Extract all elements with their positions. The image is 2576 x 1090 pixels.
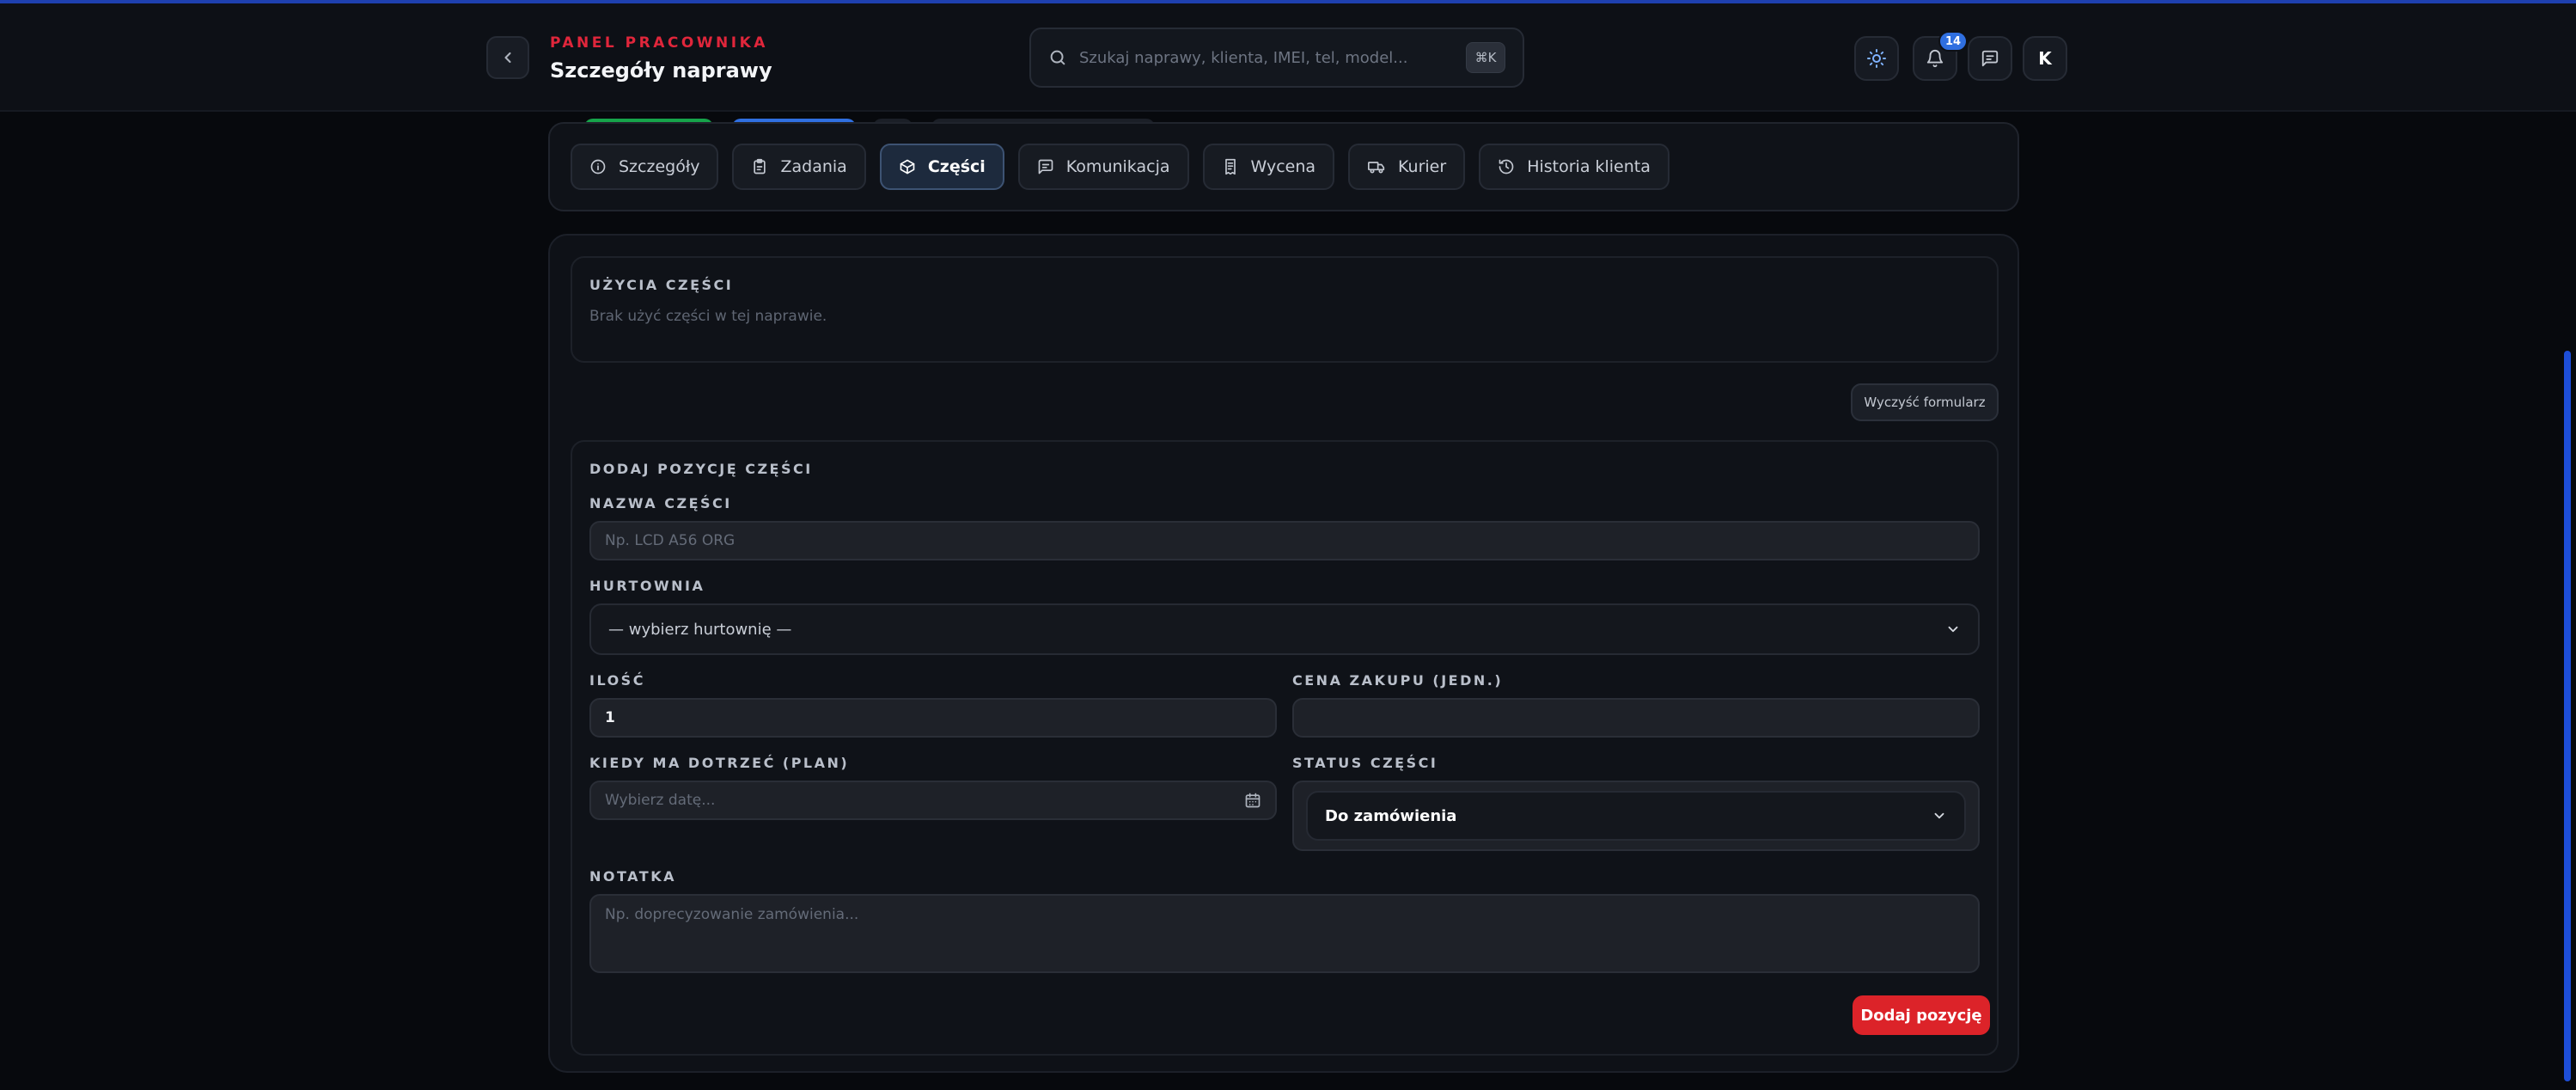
part-status-field: Do zamówienia [1292,781,1980,851]
tab-label: Wycena [1250,157,1316,176]
section-title: UŻYCIA CZĘŚCI [589,277,734,293]
tab-client-history[interactable]: Historia klienta [1479,144,1670,190]
receipt-icon [1224,158,1236,175]
panel-eyebrow: PANEL PRACOWNIKA [550,34,768,52]
wholesaler-select[interactable]: — wybierz hurtownię — [589,603,1980,655]
tab-label: Zadania [780,157,847,176]
tab-label: Komunikacja [1065,157,1170,176]
tab-label: Kurier [1398,157,1447,176]
quantity-input[interactable]: 1 [589,698,1277,738]
wholesaler-selected-value: — wybierz hurtownię — [608,620,792,639]
page-scrollbar[interactable] [2564,351,2571,1081]
note-textarea[interactable]: Np. doprecyzowanie zamówienia... [589,894,1980,973]
quantity-value: 1 [605,709,615,726]
eta-placeholder: Wybierz datę... [605,792,716,809]
tab-label: Części [927,157,986,176]
part-name-label: NAZWA CZĘŚCI [589,495,732,511]
add-part-form: DODAJ POZYCJĘ CZĘŚCI NAZWA CZĘŚCI Np. LC… [571,440,1999,1056]
tab-label: Szczegóły [619,157,700,176]
calendar-icon[interactable] [1244,792,1261,809]
search-input[interactable]: Szukaj naprawy, klienta, IMEI, tel, mode… [1079,49,1466,67]
notifications-button[interactable]: 14 [1913,31,1969,81]
user-avatar-button[interactable]: K [2023,36,2067,81]
purchase-price-label: CENA ZAKUPU (JEDN.) [1292,672,1504,689]
part-name-placeholder: Np. LCD A56 ORG [605,532,736,549]
tab-communication[interactable]: Komunikacja [1017,144,1189,190]
note-placeholder: Np. doprecyzowanie zamówienia... [605,906,859,923]
sun-icon [1867,49,1886,68]
tab-bar: Szczegóły Zadania Części Komunikacja Wyc… [548,122,2019,211]
empty-state-text: Brak użyć części w tej naprawie. [589,308,827,325]
part-status-selected-value: Do zamówienia [1325,806,1457,825]
bell-icon [1926,50,1944,68]
note-label: NOTATKA [589,868,676,885]
tab-label: Historia klienta [1527,157,1651,176]
global-search[interactable]: Szukaj naprawy, klienta, IMEI, tel, mode… [1029,28,1524,88]
purchase-price-input[interactable] [1292,698,1980,738]
search-icon [1050,50,1065,65]
tab-details[interactable]: Szczegóły [571,144,719,190]
chevron-down-icon [1948,626,1958,633]
app-header: PANEL PRACOWNIKA Szczegóły naprawy Szuka… [0,3,2576,112]
parts-usage-section: UŻYCIA CZĘŚCI Brak użyć części w tej nap… [571,256,1999,363]
clipboard-icon [754,158,766,175]
parts-panel: UŻYCIA CZĘŚCI Brak użyć części w tej nap… [548,234,2019,1073]
messages-button[interactable] [1968,36,2012,81]
part-status-label: STATUS CZĘŚCI [1292,755,1438,771]
eta-label: KIEDY MA DOTRZEĆ (PLAN) [589,755,850,771]
wholesaler-label: HURTOWNIA [589,578,705,594]
history-icon [1499,159,1514,175]
message-square-icon [1981,50,1999,67]
chevron-down-icon [1934,812,1944,819]
notification-count-badge: 14 [1938,31,1969,52]
add-item-button[interactable]: Dodaj pozycję [1853,995,1990,1035]
back-button[interactable] [486,36,529,79]
tab-tasks[interactable]: Zadania [732,144,866,190]
avatar: K [2038,48,2052,69]
info-icon [590,159,606,175]
clear-form-button[interactable]: Wyczyść formularz [1851,383,1999,421]
quantity-label: ILOŚĆ [589,672,645,689]
tab-parts[interactable]: Części [879,144,1004,190]
tab-courier[interactable]: Kurier [1348,144,1466,190]
part-name-input[interactable]: Np. LCD A56 ORG [589,521,1980,560]
chevron-left-icon [504,52,511,64]
truck-icon [1368,162,1385,174]
eta-date-input[interactable]: Wybierz datę... [589,781,1277,820]
message-icon [1038,159,1053,175]
theme-toggle-button[interactable] [1854,36,1899,81]
form-title: DODAJ POZYCJĘ CZĘŚCI [589,461,813,477]
part-status-select[interactable]: Do zamówienia [1306,791,1966,841]
search-shortcut-badge: ⌘K [1466,42,1505,73]
package-icon [900,159,915,175]
page-title: Szczegóły naprawy [550,58,772,83]
tab-quote[interactable]: Wycena [1202,144,1335,190]
